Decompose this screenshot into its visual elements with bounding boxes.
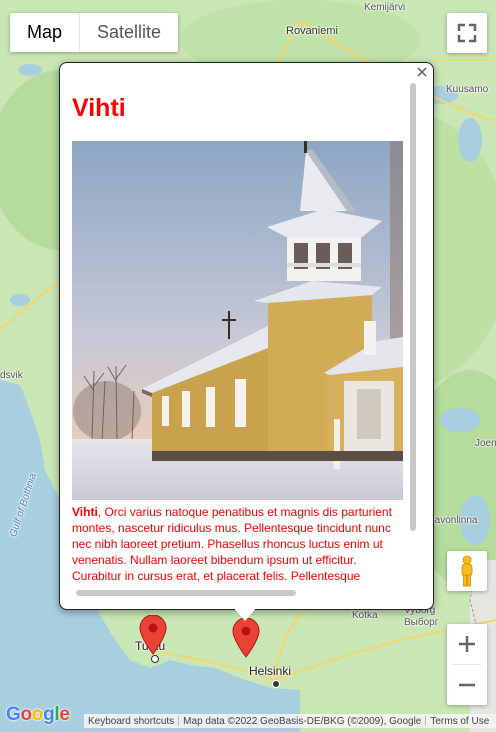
fullscreen-button[interactable] — [447, 13, 487, 53]
terms-link[interactable]: Terms of Use — [426, 716, 493, 727]
map-pin-icon — [139, 615, 167, 655]
zoom-out-button[interactable] — [447, 665, 487, 705]
place-kotka: Kotka — [352, 610, 378, 621]
fullscreen-icon — [457, 23, 477, 43]
vertical-scrollbar[interactable] — [410, 83, 416, 531]
info-window-description: Vihti, Orci varius natoque penatibus et … — [72, 504, 402, 585]
attribution-bar: Keyboard shortcuts Map data ©2022 GeoBas… — [0, 714, 496, 732]
vihti-marker[interactable] — [232, 618, 260, 658]
zoom-control — [447, 624, 487, 705]
turku-marker[interactable] — [139, 615, 167, 655]
close-button[interactable] — [415, 65, 429, 79]
place-joensuu-fragment: Joen — [475, 438, 496, 449]
info-window-content: Vihti Vihti, Orci varius natoque penatib… — [72, 75, 408, 585]
map-type-control: Map Satellite — [10, 13, 179, 52]
map-data-text: Map data ©2022 GeoBasis-DE/BKG (©2009), … — [183, 715, 422, 727]
map-type-map-button[interactable]: Map — [10, 13, 79, 52]
zoom-in-icon — [459, 636, 475, 652]
horizontal-scrollbar[interactable] — [76, 590, 296, 596]
wooden-church-photo — [72, 141, 403, 500]
place-vaasa-fragment: dsvik — [0, 370, 23, 381]
info-window-title: Vihti — [72, 94, 126, 122]
place-rovaniemi: Rovaniemi — [286, 25, 338, 37]
place-kemijarvi: Kemijärvi — [364, 2, 406, 13]
info-window: Vihti Vihti, Orci varius natoque penatib… — [59, 62, 434, 610]
close-icon — [417, 67, 427, 77]
place-savonlinna: Savonlinna — [428, 515, 478, 526]
keyboard-shortcuts-link[interactable]: Keyboard shortcuts — [84, 716, 178, 727]
helsinki-dot — [272, 680, 280, 688]
place-kuusamo: Kuusamo — [446, 84, 489, 95]
place-helsinki: Helsinki — [249, 664, 292, 678]
info-window-tail — [233, 607, 257, 621]
zoom-out-icon — [459, 683, 475, 687]
place-vyborg-ru: Выборг — [404, 617, 439, 628]
street-view-pegman-button[interactable] — [447, 551, 487, 591]
pegman-icon — [461, 555, 473, 587]
turku-dot — [151, 655, 159, 663]
zoom-in-button[interactable] — [447, 624, 487, 664]
description-lead: Vihti — [72, 505, 98, 519]
map-type-satellite-button[interactable]: Satellite — [80, 13, 178, 52]
map-pin-icon — [232, 618, 260, 658]
